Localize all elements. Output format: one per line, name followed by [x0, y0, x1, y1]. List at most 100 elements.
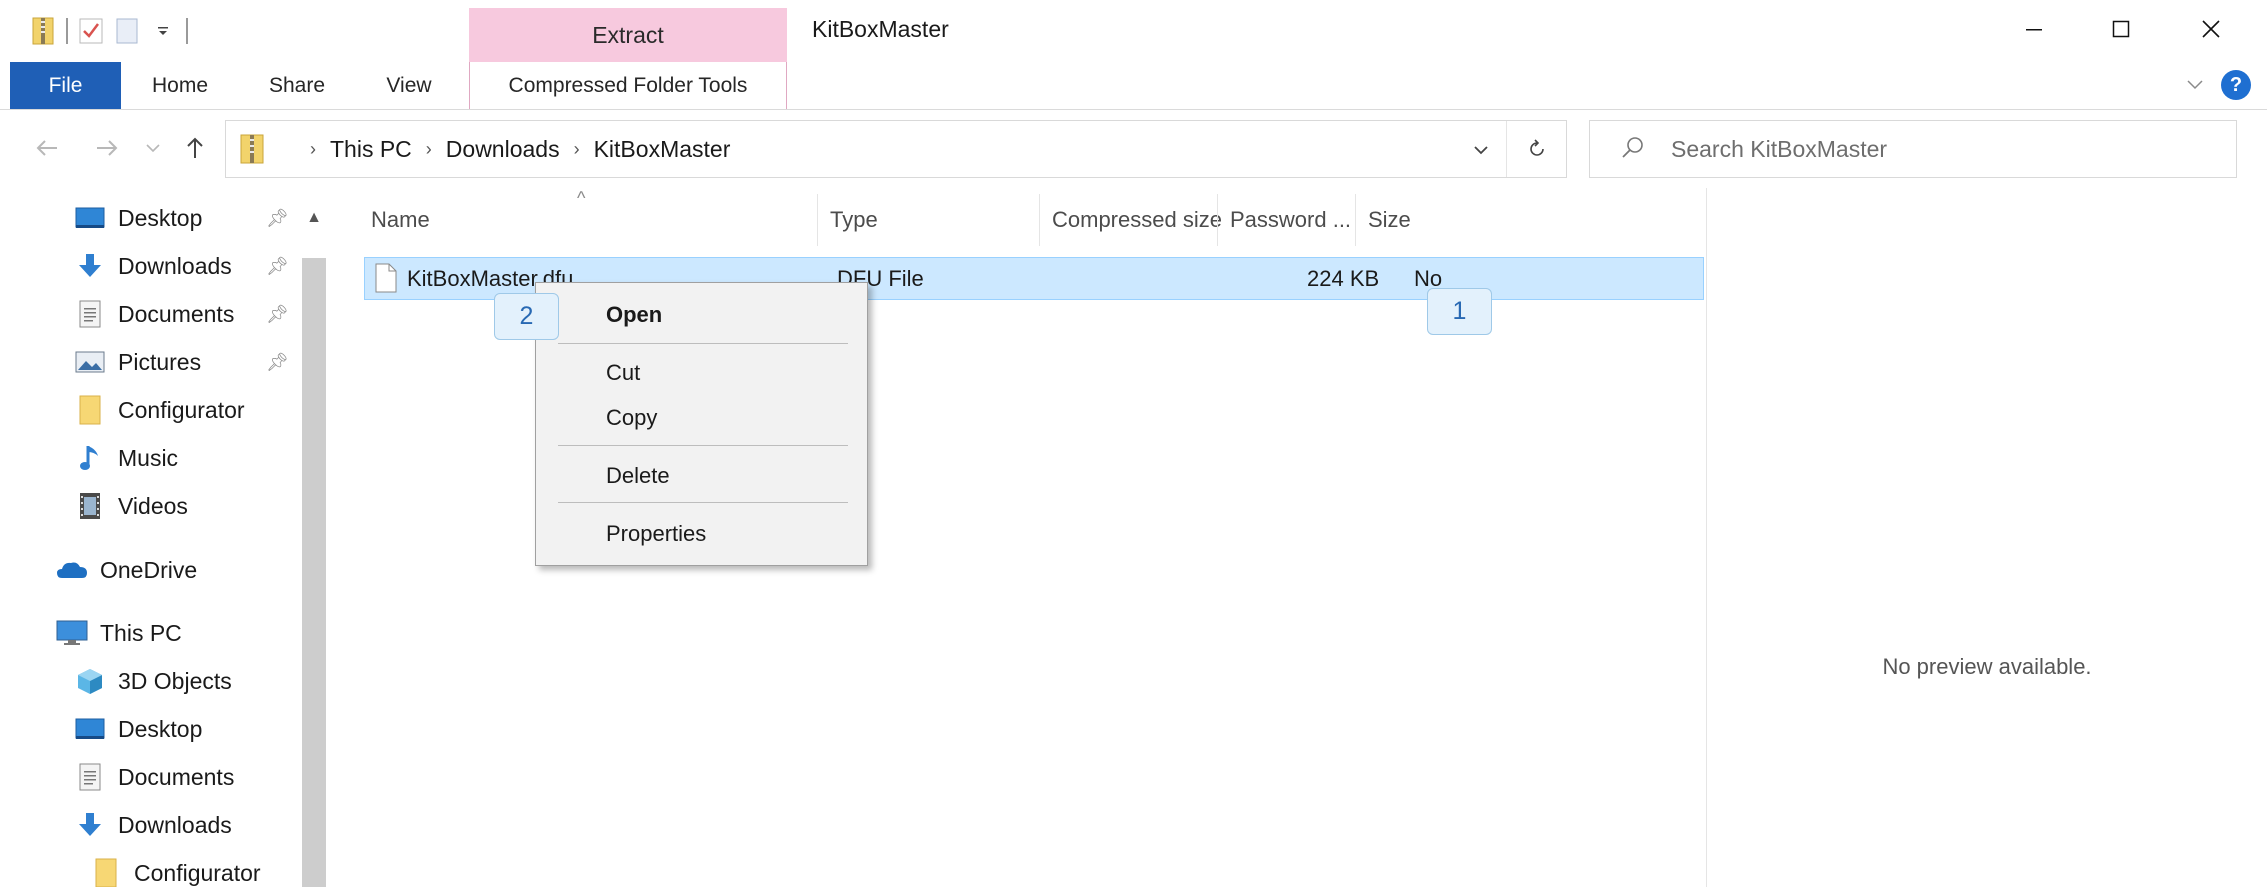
- sort-ascending-icon: ^: [577, 188, 586, 208]
- nav-item-downloads[interactable]: Downloads: [74, 244, 232, 288]
- back-arrow-icon: [36, 140, 57, 156]
- close-icon: [2202, 20, 2220, 38]
- expand-ribbon-icon[interactable]: [2187, 80, 2203, 90]
- nav-item-label: 3D Objects: [118, 667, 232, 694]
- step-callout-2: 2: [494, 293, 559, 340]
- help-button[interactable]: ?: [2221, 70, 2251, 100]
- menu-item-open[interactable]: Open: [606, 302, 662, 328]
- recent-locations-button[interactable]: [142, 130, 164, 166]
- nav-item-label: Downloads: [118, 252, 232, 279]
- close-button[interactable]: [2176, 6, 2246, 52]
- nav-item-documents-pc[interactable]: Documents: [74, 755, 234, 799]
- ribbon-right-controls: ?: [2187, 70, 2251, 100]
- documents-icon: [74, 299, 106, 329]
- minimize-button[interactable]: [1999, 6, 2069, 52]
- zip-folder-icon[interactable]: [30, 16, 56, 46]
- folder-icon: [90, 858, 122, 887]
- up-arrow-icon: [187, 137, 203, 158]
- column-header-password[interactable]: Password ...: [1230, 200, 1351, 240]
- column-separator[interactable]: [1039, 194, 1040, 246]
- breadcrumb-separator: ›: [573, 139, 580, 159]
- nav-item-downloads-pc[interactable]: Downloads: [74, 803, 232, 847]
- nav-item-configurator[interactable]: Configurator: [74, 388, 245, 432]
- pin-icon[interactable]: 📌︎: [266, 304, 289, 325]
- title-bar: Extract KitBoxMaster: [0, 0, 2267, 62]
- folder-icon: [74, 395, 106, 425]
- maximize-button[interactable]: [2086, 6, 2156, 52]
- chevron-down-icon: [146, 144, 160, 153]
- context-menu: Open Cut Copy Delete Properties: [535, 282, 868, 566]
- nav-item-music[interactable]: Music: [74, 436, 178, 480]
- navigation-pane: Desktop 📌︎ Downloads 📌︎ Documents 📌︎ Pic…: [0, 188, 330, 887]
- desktop-icon: [74, 203, 106, 233]
- search-placeholder: Search KitBoxMaster: [1671, 136, 1888, 162]
- scroll-up-icon[interactable]: ▲: [302, 206, 326, 230]
- nav-pane-scrollbar[interactable]: ▲: [298, 188, 328, 887]
- menu-item-copy[interactable]: Copy: [606, 405, 657, 431]
- nav-item-documents[interactable]: Documents: [74, 292, 234, 336]
- documents-icon: [74, 762, 106, 792]
- customize-toolbar-icon[interactable]: [150, 16, 176, 46]
- forward-button[interactable]: [90, 130, 124, 166]
- column-separator[interactable]: [1355, 194, 1356, 246]
- quick-access-toolbar: [30, 14, 188, 48]
- breadcrumb-separator: ›: [310, 139, 316, 159]
- extract-tab-header: Extract: [469, 8, 787, 62]
- breadcrumb-kitboxmaster[interactable]: KitBoxMaster: [594, 136, 731, 163]
- column-separator[interactable]: [817, 194, 818, 246]
- menu-item-cut[interactable]: Cut: [606, 360, 640, 386]
- properties-icon[interactable]: [78, 16, 104, 46]
- column-header-type[interactable]: Type: [830, 200, 878, 240]
- nav-item-label: Pictures: [118, 348, 202, 375]
- desktop-icon: [74, 714, 106, 744]
- nav-item-configurator-pc[interactable]: Configurator: [90, 851, 261, 887]
- refresh-icon: [1529, 139, 1544, 156]
- file-compressed-size: 224 KB: [1307, 266, 1380, 291]
- tab-file[interactable]: File: [10, 62, 121, 109]
- pin-icon[interactable]: 📌︎: [266, 256, 289, 277]
- nav-item-videos[interactable]: Videos: [74, 484, 188, 528]
- menu-separator: [558, 502, 848, 503]
- tab-share[interactable]: Share: [253, 62, 341, 109]
- downloads-icon: [74, 251, 106, 281]
- column-header-name[interactable]: Name: [371, 200, 430, 240]
- nav-item-desktop[interactable]: Desktop: [74, 196, 202, 240]
- breadcrumb: › This PC › Downloads › KitBoxMaster: [296, 136, 730, 163]
- file-icon: [375, 263, 397, 298]
- tab-compressed-folder-tools[interactable]: Compressed Folder Tools: [469, 62, 787, 109]
- minimize-icon: [2026, 29, 2042, 31]
- nav-item-3d-objects[interactable]: 3D Objects: [74, 659, 232, 703]
- tab-view[interactable]: View: [368, 62, 450, 109]
- nav-item-this-pc[interactable]: This PC: [56, 611, 182, 655]
- new-folder-icon[interactable]: [114, 16, 140, 46]
- back-button[interactable]: [30, 130, 64, 166]
- nav-item-onedrive[interactable]: OneDrive: [56, 548, 197, 592]
- nav-item-label: This PC: [100, 619, 182, 646]
- nav-item-pictures[interactable]: Pictures: [74, 340, 201, 384]
- pin-icon[interactable]: 📌︎: [266, 352, 289, 373]
- breadcrumb-downloads[interactable]: Downloads: [446, 136, 560, 163]
- nav-item-label: Desktop: [118, 715, 203, 742]
- breadcrumb-separator: ›: [425, 139, 432, 159]
- nav-item-label: OneDrive: [100, 556, 198, 583]
- address-history-button[interactable]: [1466, 135, 1496, 165]
- breadcrumb-this-pc[interactable]: This PC: [330, 136, 412, 163]
- scrollbar-thumb[interactable]: [302, 258, 326, 887]
- pin-icon[interactable]: 📌︎: [266, 208, 289, 229]
- nav-item-label: Music: [118, 444, 179, 471]
- column-separator[interactable]: [1217, 194, 1218, 246]
- zip-folder-icon: [240, 134, 264, 169]
- address-bar[interactable]: › This PC › Downloads › KitBoxMaster: [225, 120, 1567, 178]
- search-box[interactable]: Search KitBoxMaster: [1589, 120, 2237, 178]
- refresh-button[interactable]: [1506, 121, 1566, 177]
- tab-home[interactable]: Home: [130, 62, 230, 109]
- 3d-objects-icon: [74, 666, 106, 696]
- nav-item-label: Documents: [118, 300, 235, 327]
- up-button[interactable]: [180, 130, 210, 166]
- menu-item-properties[interactable]: Properties: [606, 521, 706, 547]
- menu-separator: [558, 343, 848, 344]
- nav-item-desktop-pc[interactable]: Desktop: [74, 707, 202, 751]
- column-header-size[interactable]: Size: [1368, 200, 1411, 240]
- column-header-compressed-size[interactable]: Compressed size: [1052, 200, 1222, 240]
- menu-item-delete[interactable]: Delete: [606, 463, 670, 489]
